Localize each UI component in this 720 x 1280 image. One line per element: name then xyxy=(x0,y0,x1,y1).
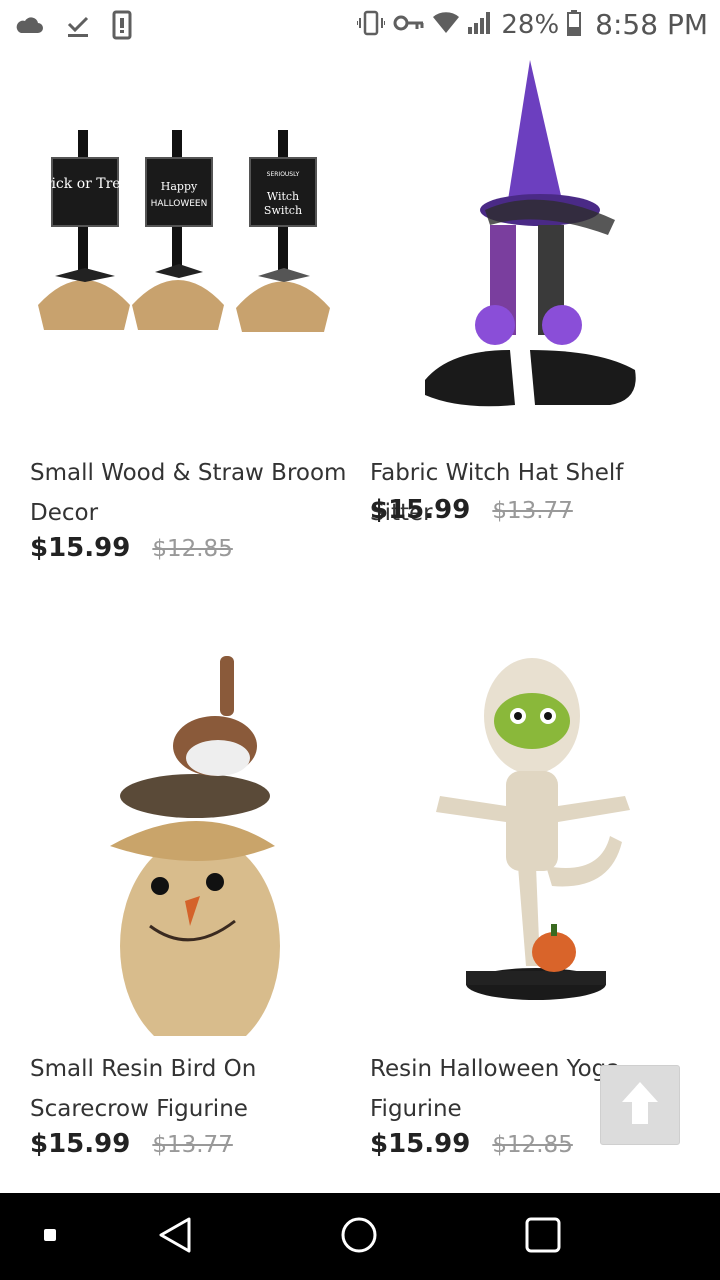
wifi-icon xyxy=(433,11,460,38)
vpn-key-icon xyxy=(393,13,425,37)
download-done-icon xyxy=(66,12,90,42)
product-image-witch-hat[interactable] xyxy=(340,50,680,440)
price-row: $15.99 $12.85 xyxy=(30,533,233,563)
system-nav-bar xyxy=(0,1193,720,1280)
original-price: $12.85 xyxy=(492,1132,573,1158)
product-image-mummy-yoga[interactable] xyxy=(340,646,680,1036)
product-title[interactable]: Small Wood & Straw Broom Decor xyxy=(30,453,350,533)
arrow-up-icon xyxy=(618,1078,662,1132)
home-icon xyxy=(339,1215,379,1259)
recents-square-icon xyxy=(43,1227,57,1246)
sale-price: $15.99 xyxy=(30,1129,131,1159)
product-image-broom-decor[interactable]: Trick or Treat Happy HALLOWEEN SERIOUSLY… xyxy=(0,50,340,440)
battery-percent: 28% xyxy=(501,9,560,40)
device-info-icon xyxy=(112,10,132,44)
price-row: $15.99 $13.77 xyxy=(30,1129,233,1159)
cloud-icon xyxy=(14,15,44,39)
home-button[interactable] xyxy=(324,1193,394,1280)
product-title[interactable]: Small Resin Bird On Scarecrow Figurine xyxy=(30,1049,350,1129)
sale-price: $15.99 xyxy=(370,1129,471,1159)
battery-icon xyxy=(567,9,582,40)
clock: 8:58 PM xyxy=(595,8,708,41)
original-price: $13.77 xyxy=(492,498,573,524)
svg-text:Happy: Happy xyxy=(161,180,198,193)
back-icon xyxy=(157,1216,193,1258)
original-price: $13.77 xyxy=(152,1132,233,1158)
vibrate-icon xyxy=(356,10,387,40)
product-image-bird-scarecrow[interactable] xyxy=(0,646,340,1036)
recents-square-button[interactable] xyxy=(30,1193,70,1280)
scroll-to-top-button[interactable] xyxy=(600,1065,680,1145)
price-row: $15.99 $12.85 xyxy=(370,1129,573,1159)
sale-price: $15.99 xyxy=(370,495,471,525)
svg-text:SERIOUSLY: SERIOUSLY xyxy=(267,171,300,178)
overview-button[interactable] xyxy=(508,1193,578,1280)
price-row: $15.99 $13.77 xyxy=(370,495,573,525)
back-button[interactable] xyxy=(140,1193,210,1280)
svg-text:Witch: Witch xyxy=(267,190,299,203)
status-bar: 28% 8:58 PM xyxy=(0,0,720,50)
sale-price: $15.99 xyxy=(30,533,131,563)
sign-text: Trick or Treat xyxy=(35,176,135,192)
overview-icon xyxy=(524,1216,562,1258)
svg-text:Switch: Switch xyxy=(264,204,302,217)
svg-text:HALLOWEEN: HALLOWEEN xyxy=(151,199,208,209)
signal-icon xyxy=(467,11,493,39)
original-price: $12.85 xyxy=(152,536,233,562)
